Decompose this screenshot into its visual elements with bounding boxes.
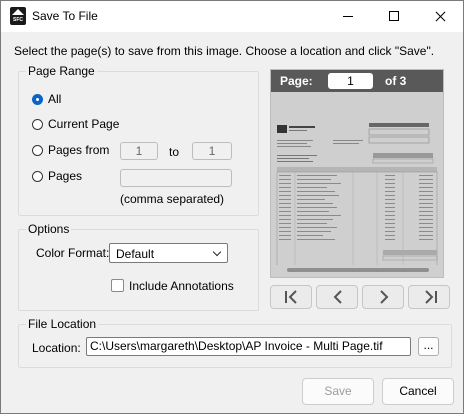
- previous-page-button[interactable]: [316, 285, 358, 309]
- radio-button[interactable]: [32, 144, 43, 156]
- comma-separated-hint: (comma separated): [120, 192, 225, 206]
- save-to-file-dialog: SFC Save To File Select the page(s) to s…: [0, 0, 464, 414]
- radio-all[interactable]: All: [32, 91, 61, 107]
- radio-button[interactable]: [32, 118, 43, 130]
- close-icon[interactable]: [417, 1, 463, 32]
- options-legend: Options: [26, 222, 72, 236]
- include-annotations-checkbox[interactable]: [111, 279, 124, 292]
- pages-list-input[interactable]: [120, 169, 232, 187]
- next-page-icon: [380, 290, 389, 304]
- color-format-label: Color Format:: [36, 246, 110, 260]
- title-bar[interactable]: SFC Save To File: [1, 1, 463, 32]
- last-page-button[interactable]: [408, 285, 450, 309]
- radio-all-label: All: [48, 92, 62, 106]
- radio-current-page[interactable]: Current Page: [32, 116, 119, 132]
- preview-toolbar: Page: 1 of 3: [271, 70, 443, 92]
- page-label: Page:: [280, 74, 313, 88]
- options-group: Options Color Format:: [18, 222, 259, 311]
- save-button[interactable]: Save: [302, 378, 374, 405]
- document-thumbnail: [273, 95, 441, 265]
- browse-button[interactable]: ...: [418, 337, 439, 356]
- first-page-icon: [285, 290, 297, 304]
- maximize-icon[interactable]: [371, 1, 417, 32]
- chevron-down-icon: [212, 247, 222, 257]
- sfc-logo-icon: SFC: [10, 7, 26, 25]
- page-preview-panel: Page: 1 of 3: [270, 69, 444, 278]
- pages-to-input[interactable]: 1: [192, 142, 232, 160]
- radio-current-page-label: Current Page: [48, 117, 120, 131]
- radio-pages-from[interactable]: Pages from: [32, 142, 109, 158]
- color-format-select[interactable]: Default: [109, 243, 228, 263]
- first-page-button[interactable]: [270, 285, 312, 309]
- app-icon-text: SFC: [13, 17, 23, 23]
- radio-button[interactable]: [32, 170, 43, 182]
- instructions-text: Select the page(s) to save from this ima…: [14, 44, 435, 58]
- location-path-input[interactable]: C:\Users\margareth\Desktop\AP Invoice - …: [86, 337, 411, 356]
- file-location-legend: File Location: [26, 317, 99, 331]
- cancel-button[interactable]: Cancel: [382, 378, 454, 405]
- include-annotations-label[interactable]: Include Annotations: [129, 279, 234, 293]
- previous-page-icon: [333, 290, 342, 304]
- window-title: Save To File: [32, 9, 98, 23]
- color-format-value: Default: [116, 247, 155, 261]
- next-page-button[interactable]: [362, 285, 404, 309]
- page-count-label: of 3: [385, 74, 407, 88]
- to-label: to: [169, 145, 180, 159]
- pages-from-input[interactable]: 1: [120, 142, 158, 160]
- radio-button-checked[interactable]: [32, 93, 43, 105]
- page-range-legend: Page Range: [26, 64, 97, 78]
- last-page-icon: [425, 290, 437, 304]
- location-label: Location:: [32, 341, 81, 355]
- preview-scrollbar[interactable]: [287, 268, 429, 272]
- minimize-icon[interactable]: [325, 1, 371, 32]
- radio-pages-from-label: Pages from: [48, 143, 110, 157]
- page-number-input[interactable]: 1: [328, 73, 373, 89]
- radio-pages-label: Pages: [48, 169, 83, 183]
- radio-pages[interactable]: Pages: [32, 168, 82, 184]
- page-range-group: Page Range All Current Page Pages from 1…: [18, 64, 259, 216]
- invoice-page-image: [276, 123, 438, 265]
